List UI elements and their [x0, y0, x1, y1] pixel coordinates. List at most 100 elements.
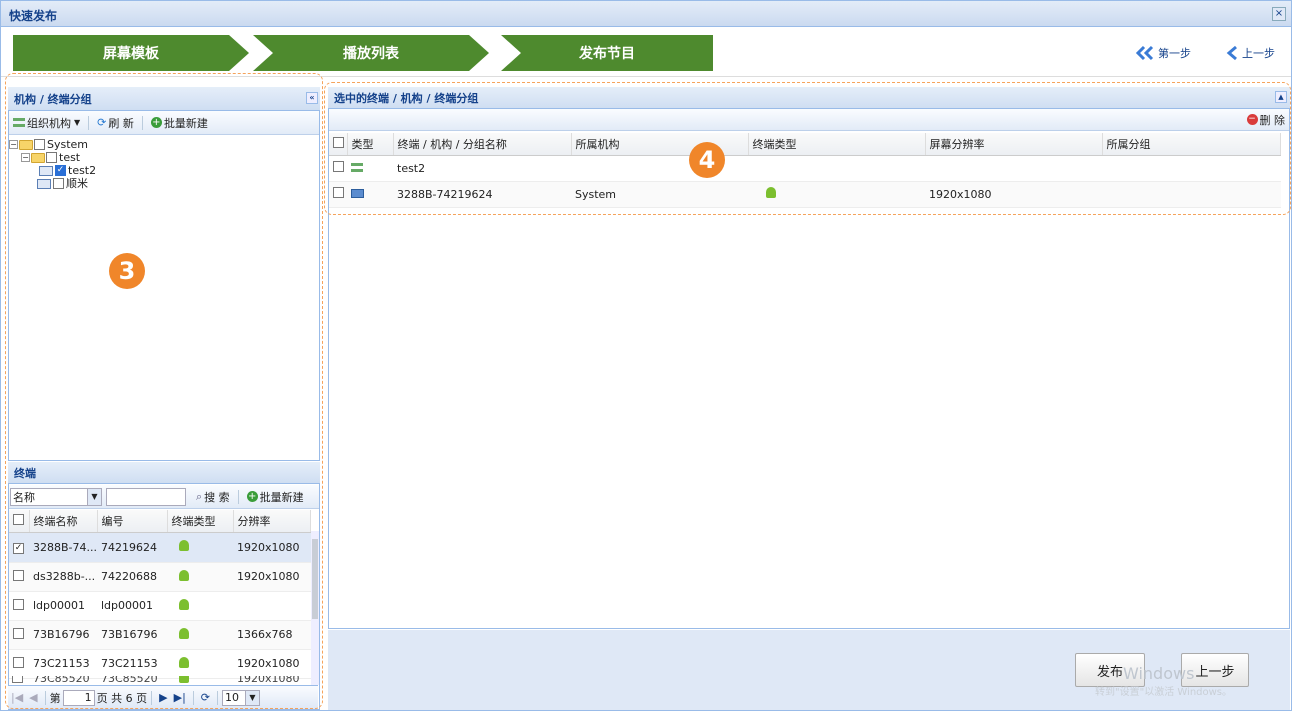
column-header[interactable]: 编号: [97, 510, 168, 533]
separator: [141, 115, 143, 130]
search-label: 搜 索: [204, 490, 230, 504]
row-checkbox-cell[interactable]: [9, 620, 29, 650]
column-header[interactable]: 终端 / 机构 / 分组名称: [393, 133, 572, 156]
row-checkbox-cell[interactable]: [329, 155, 347, 182]
terminal-resolution: 1920x1080: [233, 562, 311, 592]
terminal-resolution: [233, 591, 311, 621]
tree-node-shunmi[interactable]: 顺米: [9, 177, 96, 190]
step-screen-template[interactable]: 屏幕模板: [13, 35, 249, 71]
row-checkbox-cell[interactable]: [9, 649, 29, 679]
group-icon: [39, 165, 53, 176]
table-row[interactable]: test2: [329, 155, 1281, 182]
terminal-panel-title: 终端: [14, 466, 36, 480]
row-checkbox[interactable]: [333, 161, 344, 172]
table-row[interactable]: 73C21153 73C21153 1920x1080: [9, 649, 311, 679]
row-checkbox-cell[interactable]: ✓: [9, 532, 29, 563]
scrollbar-thumb[interactable]: [312, 539, 318, 619]
tree-checkbox[interactable]: [34, 139, 45, 150]
column-header[interactable]: 终端名称: [29, 510, 98, 533]
tree-node-system[interactable]: − System: [9, 138, 96, 151]
step-publish-program[interactable]: 发布节目: [501, 35, 713, 71]
step-playlist[interactable]: 播放列表: [253, 35, 489, 71]
table-row[interactable]: ldp00001 ldp00001: [9, 591, 311, 621]
row-checkbox[interactable]: [333, 187, 344, 198]
android-icon: [179, 569, 189, 581]
org-toolbar: 组织机构 ▼ ⟳ 刷 新 + 批量新建: [9, 111, 319, 135]
delete-button[interactable]: − 删 除: [1246, 112, 1285, 128]
item-org: System: [571, 181, 748, 208]
table-row[interactable]: ds3288b-... 74220688 1920x1080: [9, 562, 311, 592]
monitor-icon: [351, 188, 364, 198]
refresh-icon[interactable]: ⟳: [201, 691, 210, 704]
tree-node-test2[interactable]: ✓ test2: [9, 164, 96, 177]
page-size-select[interactable]: 10 ▼: [222, 689, 260, 706]
collapse-icon[interactable]: «: [306, 92, 318, 104]
android-icon-cell: [167, 532, 233, 563]
terminal-code: 73C21153: [97, 649, 167, 679]
page-number-input[interactable]: 1: [62, 689, 95, 706]
select-all-checkbox[interactable]: [333, 136, 344, 148]
group-icon: [37, 178, 51, 189]
page-size-value: 10: [225, 691, 239, 704]
collapse-up-icon[interactable]: ▲: [1275, 91, 1287, 103]
search-icon: ⌕: [196, 489, 203, 503]
batch-new-button[interactable]: + 批量新建: [150, 115, 208, 131]
select-all-cell[interactable]: [329, 133, 348, 156]
last-page-icon[interactable]: ▶|: [174, 691, 186, 704]
tree-checkbox[interactable]: [46, 152, 57, 163]
step-label: 发布节目: [579, 46, 635, 62]
terminal-scrollbar[interactable]: [311, 531, 319, 685]
row-checkbox[interactable]: [12, 676, 23, 683]
prev-page-icon[interactable]: ◀: [29, 691, 37, 704]
tree-checkbox-checked[interactable]: ✓: [55, 165, 66, 176]
filter-field-select[interactable]: 名称 ▼: [10, 487, 102, 506]
org-dropdown-button[interactable]: 组织机构 ▼: [13, 115, 80, 131]
first-step-button[interactable]: 第一步: [1135, 45, 1191, 61]
step-label: 播放列表: [343, 46, 399, 62]
select-all-cell[interactable]: [9, 510, 30, 533]
tree-node-test[interactable]: − test: [9, 151, 96, 164]
first-page-icon[interactable]: |◀: [11, 691, 23, 704]
close-icon[interactable]: ×: [1272, 7, 1286, 21]
row-checkbox[interactable]: [13, 598, 24, 610]
row-checkbox[interactable]: [13, 569, 24, 581]
table-row[interactable]: 73B16796 73B16796 1366x768: [9, 620, 311, 650]
column-header[interactable]: 分辨率: [233, 510, 311, 533]
org-panel-header: 机构 / 终端分组 «: [8, 87, 320, 111]
partial-row-clip: 73C85520 73C85520 1920x1080: [9, 676, 311, 685]
collapse-toggle-icon[interactable]: −: [9, 140, 18, 149]
select-all-checkbox[interactable]: [13, 513, 24, 525]
selected-table: 类型 终端 / 机构 / 分组名称 所属机构 终端类型 屏幕分辨率 所属分组 t…: [329, 133, 1281, 208]
column-header[interactable]: 所属分组: [1102, 133, 1281, 156]
wizard-steps: 屏幕模板 播放列表 发布节目 第一步 上一步: [1, 27, 1291, 77]
terminal-resolution: 1920x1080: [233, 649, 311, 679]
column-header[interactable]: 类型: [347, 133, 394, 156]
next-page-icon[interactable]: ▶: [159, 691, 167, 704]
android-icon-cell: [167, 562, 233, 592]
item-terminal-type: [748, 181, 925, 208]
terminal-panel-header: 终端: [8, 462, 320, 484]
dropdown-arrow-icon: ▼: [74, 118, 81, 127]
tree-checkbox[interactable]: [53, 178, 64, 189]
row-checkbox[interactable]: [13, 627, 24, 639]
column-header[interactable]: 终端类型: [167, 510, 234, 533]
annotation-badge-4: 4: [689, 142, 725, 178]
table-row[interactable]: 3288B-74219624 System 1920x1080: [329, 181, 1281, 208]
collapse-toggle-icon[interactable]: −: [21, 153, 30, 162]
row-checkbox-cell[interactable]: [9, 562, 29, 592]
org-panel-title: 机构 / 终端分组: [14, 92, 92, 106]
column-header[interactable]: 终端类型: [748, 133, 926, 156]
search-button[interactable]: ⌕ 搜 索: [196, 489, 230, 505]
row-checkbox-checked[interactable]: ✓: [13, 543, 24, 554]
row-checkbox-cell[interactable]: [9, 591, 29, 621]
dropdown-arrow-icon: ▼: [245, 690, 259, 705]
prev-step-button[interactable]: 上一步: [1225, 45, 1275, 61]
selected-panel-header: 选中的终端 / 机构 / 终端分组 ▲: [328, 87, 1290, 109]
refresh-button[interactable]: ⟳ 刷 新: [97, 115, 134, 131]
row-checkbox[interactable]: [13, 656, 24, 668]
search-input[interactable]: [106, 487, 186, 506]
row-checkbox-cell[interactable]: [329, 181, 347, 208]
table-row[interactable]: ✓ 3288B-74... 74219624 1920x1080: [9, 532, 311, 563]
terminal-batch-new-button[interactable]: + 批量新建: [246, 489, 304, 505]
column-header[interactable]: 屏幕分辨率: [925, 133, 1103, 156]
